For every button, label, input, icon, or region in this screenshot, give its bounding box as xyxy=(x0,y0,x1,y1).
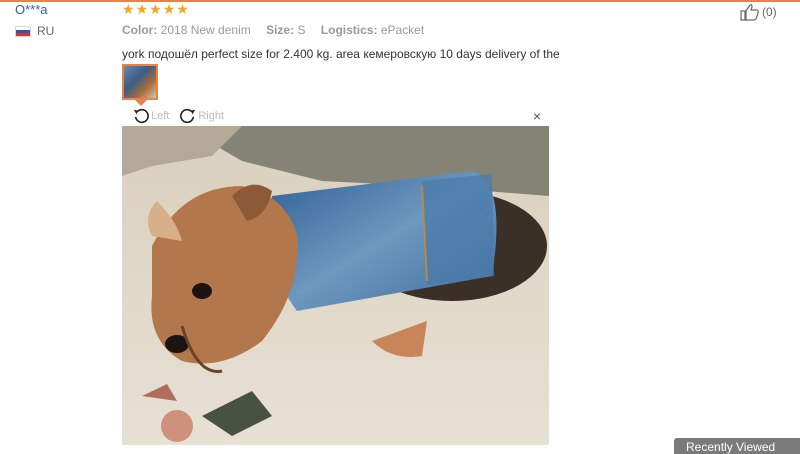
color-key: Color: xyxy=(122,23,158,37)
logistics-value: ePacket xyxy=(380,23,425,37)
rotate-left-label: Left xyxy=(151,110,170,122)
photo-viewer: Left Right × xyxy=(122,107,549,445)
reviewer-country: RU xyxy=(15,24,115,38)
rotate-right-label: Right xyxy=(198,110,225,122)
like-button[interactable]: (0) xyxy=(740,3,777,21)
size-value: S xyxy=(297,23,306,37)
star-icon: ★ xyxy=(162,1,176,17)
russia-flag-icon xyxy=(15,25,31,37)
review-text: york подошёл perfect size for 2.400 kg. … xyxy=(122,47,560,61)
size-key: Size: xyxy=(266,23,295,37)
rotate-right-icon xyxy=(180,108,196,124)
recently-viewed-tab[interactable]: Recently Viewed xyxy=(674,438,800,454)
review-photo xyxy=(122,126,549,445)
rotate-left-icon xyxy=(133,108,149,124)
dog-photo-image xyxy=(122,126,549,445)
thumbnail-selected-indicator xyxy=(135,100,147,106)
reviewer-info: O***a RU xyxy=(15,2,115,38)
review-body: ★ ★ ★ ★ ★ Color: 2018 New denim Size: S … xyxy=(122,2,722,106)
country-code: RU xyxy=(37,24,55,38)
star-icon: ★ xyxy=(176,1,189,17)
viewer-toolbar: Left Right × xyxy=(122,107,549,125)
logistics-key: Logistics: xyxy=(320,23,378,37)
star-icon: ★ xyxy=(135,1,149,17)
rotate-left-button[interactable]: Left xyxy=(132,107,169,125)
reviewer-name[interactable]: O***a xyxy=(15,2,115,18)
color-value: 2018 New denim xyxy=(160,23,251,37)
rotate-right-button[interactable]: Right xyxy=(179,107,224,125)
review-photo-thumbnail[interactable] xyxy=(122,64,158,100)
order-details: Color: 2018 New denim Size: S Logistics:… xyxy=(122,22,722,38)
star-icon: ★ xyxy=(122,1,135,17)
like-count: (0) xyxy=(762,5,777,19)
thumbs-up-icon xyxy=(740,4,759,21)
star-rating: ★ ★ ★ ★ ★ xyxy=(122,2,722,16)
star-icon: ★ xyxy=(149,1,162,17)
close-icon[interactable]: × xyxy=(533,107,541,125)
